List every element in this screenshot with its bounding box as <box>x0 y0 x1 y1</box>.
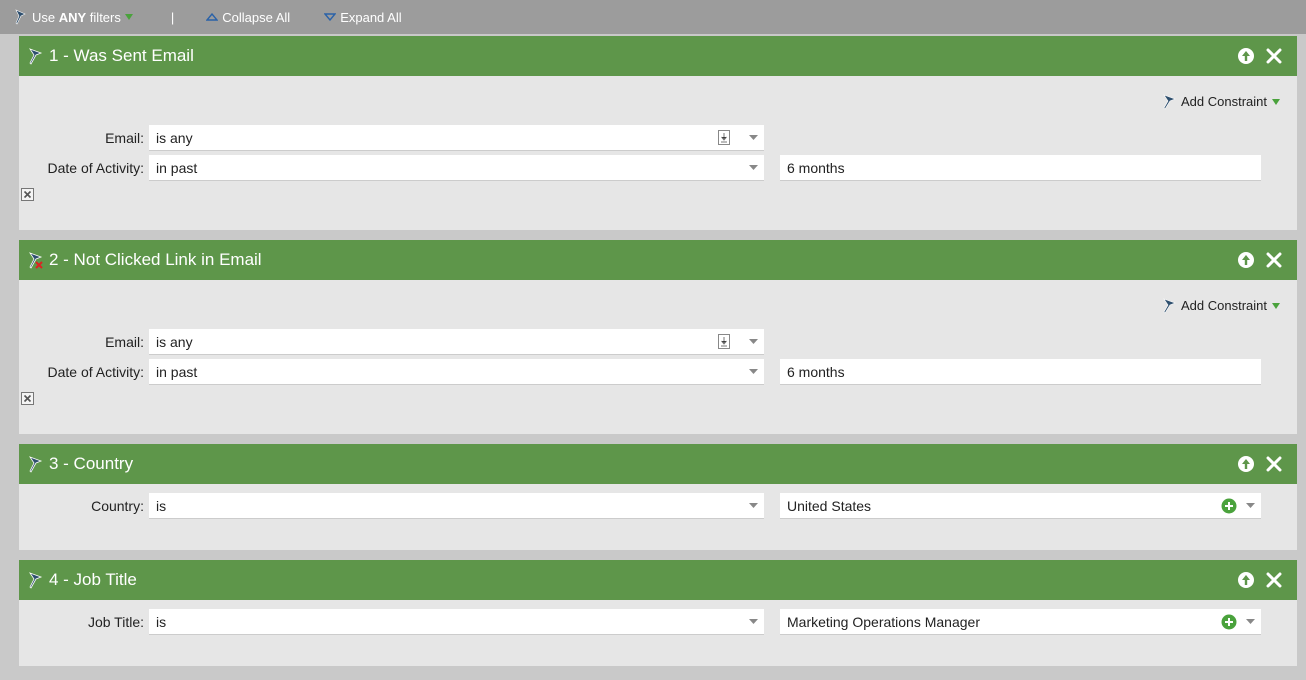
use-prefix: Use <box>32 9 59 25</box>
country-operator-value: is <box>156 498 167 514</box>
plus-circle-icon[interactable] <box>1221 498 1237 514</box>
move-up-icon[interactable] <box>1237 251 1255 269</box>
filter-panel: 2 - Not Clicked Link in Email Add Constr… <box>19 240 1297 434</box>
filter-panel: 1 - Was Sent Email Add Constraint Email:… <box>19 36 1297 230</box>
date-operator-value: in past <box>156 160 198 176</box>
use-suffix: filters <box>86 9 121 25</box>
date-operator-select[interactable]: in past <box>149 155 764 181</box>
filter-title: 2 - Not Clicked Link in Email <box>49 250 262 269</box>
list-picker-icon[interactable] <box>718 334 730 349</box>
country-constraint-row: Country: is United States <box>19 493 1297 519</box>
date-operator-select[interactable]: in past <box>149 359 764 385</box>
chevron-down-icon[interactable] <box>749 339 758 344</box>
collapse-triangle-icon <box>206 13 219 21</box>
email-label: Email: <box>105 334 144 350</box>
filter-header[interactable]: 3 - Country <box>19 444 1297 484</box>
move-up-icon[interactable] <box>1237 571 1255 589</box>
chevron-down-icon[interactable] <box>749 165 758 170</box>
country-value: United States <box>787 498 872 514</box>
email-constraint-row: Email: is any <box>19 125 1297 151</box>
use-any-filters-menu[interactable]: Use ANY filters <box>14 9 137 25</box>
move-up-icon[interactable] <box>1237 47 1255 65</box>
filter-list: 1 - Was Sent Email Add Constraint Email:… <box>19 36 1297 676</box>
email-label: Email: <box>105 130 144 146</box>
close-icon[interactable] <box>1265 571 1283 589</box>
list-picker-icon[interactable] <box>718 130 730 145</box>
email-select[interactable]: is any <box>149 329 764 355</box>
add-constraint-button[interactable]: Add Constraint <box>1162 297 1283 314</box>
job-title-value-select[interactable]: Marketing Operations Manager <box>780 609 1261 635</box>
chevron-down-icon <box>124 14 133 20</box>
move-up-icon[interactable] <box>1237 455 1255 473</box>
date-value-input[interactable]: 6 months <box>780 359 1261 385</box>
filter-wand-icon[interactable] <box>28 571 44 589</box>
date-label: Date of Activity: <box>47 160 144 176</box>
expand-triangle-icon <box>324 13 337 21</box>
add-constraint-label: Add Constraint <box>1181 94 1267 109</box>
job-title-value: Marketing Operations Manager <box>787 614 980 630</box>
filter-title: 4 - Job Title <box>49 570 137 589</box>
date-value: 6 months <box>787 364 845 380</box>
use-any-label: Use ANY filters <box>32 10 121 25</box>
country-value-select[interactable]: United States <box>780 493 1261 519</box>
remove-constraint-icon[interactable] <box>21 392 34 408</box>
date-value: 6 months <box>787 160 845 176</box>
date-operator-value: in past <box>156 364 198 380</box>
close-icon[interactable] <box>1265 47 1283 65</box>
expand-all-button[interactable]: Expand All <box>324 9 402 25</box>
chevron-down-icon <box>1272 302 1280 309</box>
filter-panel: 4 - Job Title Job Title: is Marketing Op… <box>19 560 1297 666</box>
filter-title: 3 - Country <box>49 454 134 473</box>
email-value: is any <box>156 130 193 146</box>
plus-circle-icon[interactable] <box>1221 614 1237 630</box>
toolbar-separator: | <box>170 9 175 25</box>
filter-wand-icon <box>1163 94 1176 110</box>
chevron-down-icon[interactable] <box>1246 503 1255 508</box>
job-title-constraint-row: Job Title: is Marketing Operations Manag… <box>19 609 1297 635</box>
filter-header[interactable]: 4 - Job Title <box>19 560 1297 600</box>
filter-header[interactable]: 1 - Was Sent Email <box>19 36 1297 76</box>
date-value-input[interactable]: 6 months <box>780 155 1261 181</box>
close-icon[interactable] <box>1265 455 1283 473</box>
filter-toolbar: Use ANY filters | Collapse All Expand Al… <box>0 0 1306 34</box>
chevron-down-icon <box>1272 98 1280 105</box>
filter-panel: 3 - Country Country: is United States <box>19 444 1297 550</box>
email-value: is any <box>156 334 193 350</box>
email-select[interactable]: is any <box>149 125 764 151</box>
chevron-down-icon[interactable] <box>1246 619 1255 624</box>
country-label: Country: <box>91 498 144 514</box>
chevron-down-icon[interactable] <box>749 135 758 140</box>
filter-wand-icon <box>15 9 26 25</box>
chevron-down-icon[interactable] <box>749 619 758 624</box>
collapse-all-button[interactable]: Collapse All <box>206 10 290 25</box>
add-constraint-button[interactable]: Add Constraint <box>1162 93 1283 110</box>
filter-header[interactable]: 2 - Not Clicked Link in Email <box>19 240 1297 280</box>
date-constraint-row: Date of Activity: in past 6 months <box>19 155 1297 181</box>
job-title-operator-select[interactable]: is <box>149 609 764 635</box>
filter-wand-negated-icon[interactable] <box>28 251 44 269</box>
email-constraint-row: Email: is any <box>19 329 1297 355</box>
filter-wand-icon[interactable] <box>28 47 44 65</box>
chevron-down-icon[interactable] <box>749 503 758 508</box>
job-title-operator-value: is <box>156 614 167 630</box>
date-label: Date of Activity: <box>47 364 144 380</box>
filter-wand-icon <box>1163 298 1176 314</box>
date-constraint-row: Date of Activity: in past 6 months <box>19 359 1297 385</box>
add-constraint-label: Add Constraint <box>1181 298 1267 313</box>
country-operator-select[interactable]: is <box>149 493 764 519</box>
expand-all-label: Expand All <box>340 9 402 25</box>
close-icon[interactable] <box>1265 251 1283 269</box>
filter-wand-icon[interactable] <box>28 455 44 473</box>
job-title-label: Job Title: <box>87 614 144 630</box>
chevron-down-icon[interactable] <box>749 369 758 374</box>
remove-constraint-icon[interactable] <box>21 188 34 204</box>
collapse-all-label: Collapse All <box>222 9 291 25</box>
use-any-keyword: ANY <box>58 9 87 25</box>
filter-title: 1 - Was Sent Email <box>49 46 194 65</box>
